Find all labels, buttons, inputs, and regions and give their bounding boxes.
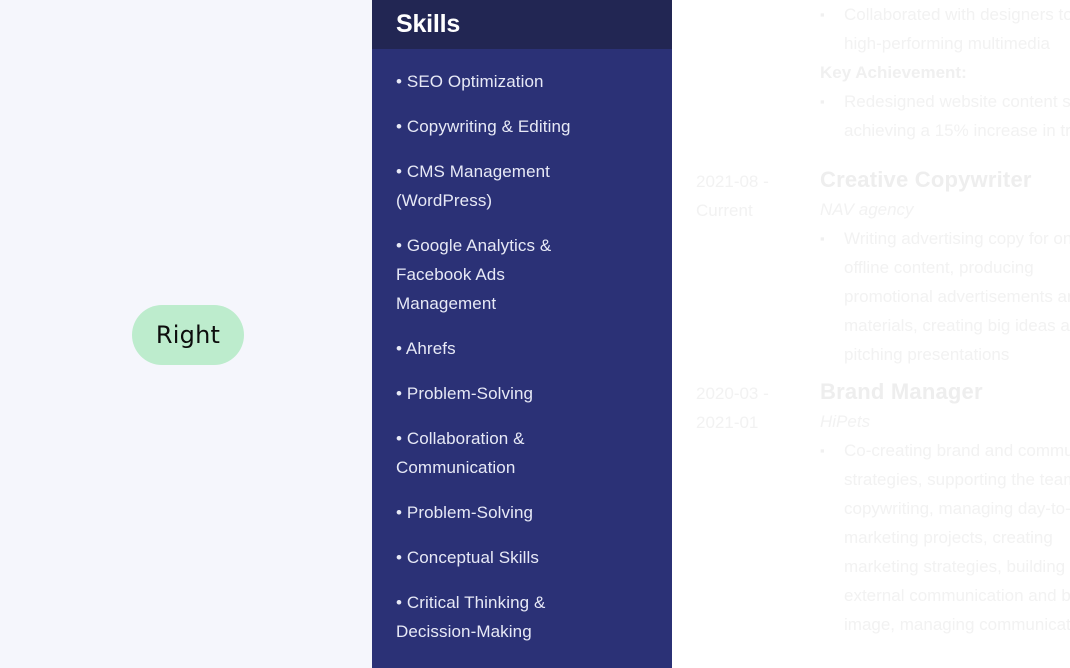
- list-item: • SEO Optimization: [396, 72, 544, 91]
- verdict-badge-right[interactable]: Right: [132, 305, 244, 365]
- bullet-item-text: Co-creating brand and communication stra…: [844, 441, 1070, 634]
- bullet-item: ▪ Co-creating brand and communication st…: [820, 436, 1070, 639]
- bullet-item-text: Collaborated with designers to build hig…: [844, 5, 1070, 53]
- key-achievement-label: Key Achievement:: [820, 63, 967, 82]
- bullet-item: ▪ Redesigned website content structure, …: [820, 87, 1070, 145]
- bullet-item: ▪ Writing advertising copy for online an…: [820, 224, 1070, 369]
- entry-date-range: 2021-08 - Current: [696, 172, 769, 220]
- entry-main-column: Brand Manager HiPets ▪ Co-creating brand…: [820, 377, 1070, 639]
- resume-entry: 2020-03 - 2021-01 Brand Manager HiPets ▪…: [672, 377, 1070, 639]
- skills-section-header: Skills: [372, 0, 672, 49]
- left-background-pane: Right: [0, 0, 372, 668]
- entry-main-column: ▪ Collaborated with designers to build h…: [820, 0, 1070, 145]
- list-item: • Problem-Solving: [396, 503, 534, 522]
- list-item: • Critical Thinking & Decission-Making: [396, 593, 546, 641]
- resume-content-pane: ▪ Collaborated with designers to build h…: [672, 0, 1070, 668]
- list-item: • Problem-Solving: [396, 384, 534, 403]
- resume-entry-partial: ▪ Collaborated with designers to build h…: [672, 0, 1070, 145]
- bullet-item: ▪ Collaborated with designers to build h…: [820, 0, 1070, 58]
- entry-company-name: NAV agency: [820, 200, 914, 219]
- bullet-item-text: Writing advertising copy for online and …: [844, 229, 1070, 364]
- list-item: • Conceptual Skills: [396, 548, 539, 567]
- entry-dates-column: 2020-03 - 2021-01: [672, 377, 820, 639]
- list-item: • CMS Management (WordPress): [396, 162, 551, 210]
- entry-company-name: HiPets: [820, 412, 871, 431]
- list-item: • Copywriting & Editing: [396, 117, 571, 136]
- list-item: • Collaboration & Communication: [396, 429, 525, 477]
- bullet-point-icon: ▪: [820, 443, 825, 458]
- entry-main-column: Creative Copywriter NAV agency ▪ Writing…: [820, 165, 1070, 369]
- entry-dates-column: [672, 0, 820, 145]
- skills-section-title: Skills: [396, 10, 461, 38]
- entry-dates-column: 2021-08 - Current: [672, 165, 820, 369]
- list-item: • Google Analytics & Facebook Ads Manage…: [396, 236, 552, 313]
- entry-job-title: Brand Manager: [820, 379, 983, 404]
- entry-job-title: Creative Copywriter: [820, 167, 1032, 192]
- entry-date-range: 2020-03 - 2021-01: [696, 384, 769, 432]
- list-item: • Ahrefs: [396, 339, 456, 358]
- verdict-badge-label: Right: [155, 321, 221, 349]
- bullet-point-icon: ▪: [820, 231, 825, 246]
- resume-entry: 2021-08 - Current Creative Copywriter NA…: [672, 165, 1070, 369]
- resume-content-clip: ▪ Collaborated with designers to build h…: [672, 0, 1070, 668]
- bullet-item-text: Redesigned website content structure, ac…: [844, 92, 1070, 140]
- skills-sidebar: Skills • SEO Optimization • Copywriting …: [372, 0, 672, 668]
- bullet-point-icon: ▪: [820, 94, 825, 109]
- skills-list: • SEO Optimization • Copywriting & Editi…: [372, 49, 672, 646]
- bullet-point-icon: ▪: [820, 7, 825, 22]
- screenshot-root: Right Skills • SEO Optimization • Copywr…: [0, 0, 1070, 668]
